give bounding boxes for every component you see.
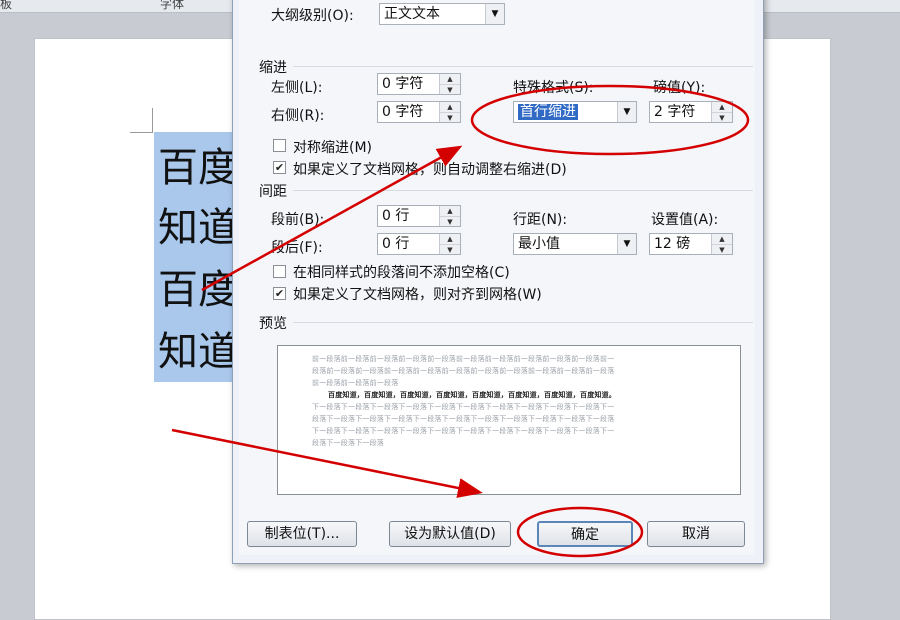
annotation-circle-ok [516, 506, 644, 558]
annotation-arrow-to-special [201, 145, 463, 292]
annotation-arrow-to-ok [171, 428, 483, 498]
annotation-circle-special-indent [470, 84, 750, 156]
annotation-overlay [171, 84, 750, 558]
